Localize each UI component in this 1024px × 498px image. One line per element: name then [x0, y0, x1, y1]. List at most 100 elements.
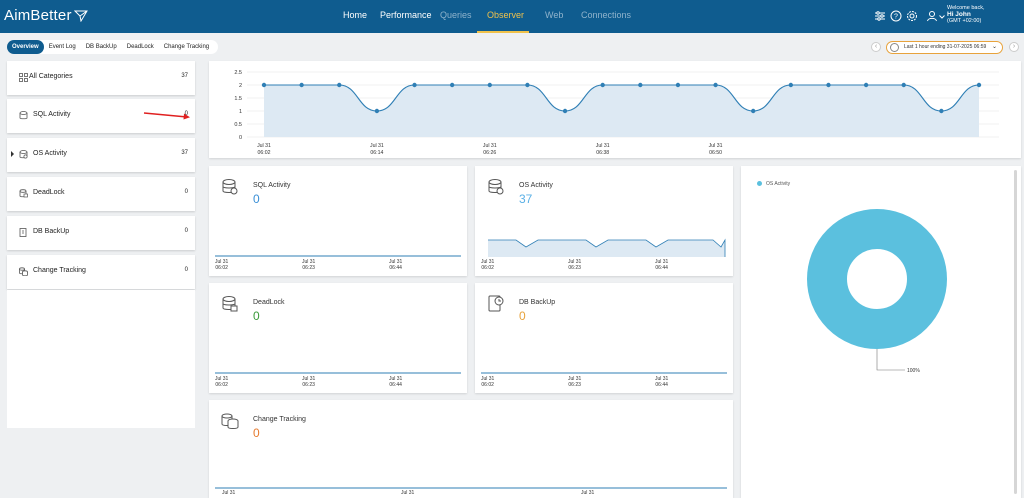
nav-performance[interactable]: Performance	[380, 10, 432, 20]
data-point[interactable]	[751, 108, 756, 114]
data-point[interactable]	[600, 82, 605, 88]
card-value: 37	[519, 192, 533, 206]
card-value: 0	[253, 192, 260, 206]
data-point[interactable]	[939, 108, 944, 114]
card-title: DeadLock	[253, 299, 285, 306]
tab-deadlock[interactable]: DeadLock	[122, 40, 159, 54]
time-range-picker[interactable]: Last 1 hour ending 31-07-2025 06:59 ⌄	[886, 41, 1003, 54]
card-deadlock[interactable]: DeadLock 0 Jul 31 06:02 Jul 31 06:23 Jul 3…	[209, 283, 467, 393]
nav-home[interactable]: Home	[343, 10, 367, 20]
chevron-down-icon: ⌄	[991, 44, 997, 50]
sidebar-item-all-categories[interactable]: All Categories 37	[7, 61, 195, 95]
x-tick-label: 06:38	[596, 150, 609, 156]
x-tick-label: Jul 31 06:23	[302, 376, 316, 388]
sidebar-item-count: 0	[184, 111, 188, 117]
series-area	[264, 85, 979, 137]
x-tick-label: 06:50	[709, 150, 722, 156]
card-db-backup[interactable]: DB BackUp 0 Jul 31 06:02 Jul 31 06:23 Jul …	[475, 283, 733, 393]
x-tick-label: Jul 31 06:02	[481, 259, 495, 271]
lock-icon	[19, 189, 28, 198]
filter-settings-icon[interactable]	[874, 10, 886, 22]
time-prev-button[interactable]: ‹	[871, 42, 881, 52]
server-icon	[488, 179, 504, 195]
data-point[interactable]	[337, 82, 342, 88]
x-tick-label: Jul 31	[709, 143, 723, 149]
card-os-activity[interactable]: OS Activity 37 Jul 31 06:02 Jul 31 06:23 J…	[475, 166, 733, 276]
sidebar-item-label: All Categories	[29, 73, 73, 80]
y-tick-label: 0.5	[234, 122, 242, 128]
expand-caret-icon[interactable]	[11, 151, 14, 157]
nav-queries[interactable]: Queries	[440, 10, 472, 20]
sidebar-item-label: Change Tracking	[33, 267, 86, 274]
sidebar-item-db-backup[interactable]: DB BackUp 0	[7, 216, 195, 250]
sidebar-item-count: 37	[181, 73, 188, 79]
nav-web[interactable]: Web	[545, 10, 563, 20]
time-next-button[interactable]: ›	[1009, 42, 1019, 52]
nav-connections[interactable]: Connections	[581, 10, 631, 20]
data-point[interactable]	[675, 82, 681, 88]
tab-overview[interactable]: Overview	[7, 40, 44, 54]
sparkline-os-activity	[488, 238, 726, 257]
sparkline	[481, 372, 727, 374]
x-tick-label: Jul 31	[401, 490, 415, 496]
tab-change-tracking[interactable]: Change Tracking	[159, 40, 214, 54]
tab-db-backup[interactable]: DB BackUp	[81, 40, 122, 54]
data-point[interactable]	[976, 82, 982, 88]
pie-percentage-label: 100%	[907, 368, 920, 374]
card-change-tracking[interactable]: Change Tracking 0 Jul 31 Jul 31 Jul 31	[209, 400, 733, 498]
card-sql-activity[interactable]: SQL Activity 0 Jul 31 06:02 Jul 31 06:23 J…	[209, 166, 467, 276]
x-tick-label: 06:02	[258, 150, 271, 156]
sidebar-item-count: 37	[181, 150, 188, 156]
tab-event-log[interactable]: Event Log	[44, 40, 81, 54]
data-point[interactable]	[487, 82, 492, 88]
sidebar-empty-area	[7, 290, 195, 428]
data-point[interactable]	[901, 82, 906, 88]
sidebar-item-change-tracking[interactable]: Change Tracking 0	[7, 255, 195, 289]
help-icon[interactable]: ?	[890, 10, 902, 22]
sidebar-item-sql-activity[interactable]: SQL Activity 0	[7, 99, 195, 133]
x-tick-label: Jul 31	[596, 143, 610, 149]
x-tick-label: Jul 31 06:44	[389, 376, 403, 388]
data-point[interactable]	[525, 82, 530, 88]
logo-plane-icon	[73, 10, 88, 22]
data-point[interactable]	[638, 82, 643, 88]
top-bar: AimBetter Home Performance Queries Obser…	[0, 0, 1024, 33]
data-point[interactable]	[412, 82, 417, 88]
data-point[interactable]	[788, 82, 794, 88]
data-point[interactable]	[299, 82, 304, 88]
database-icon	[222, 179, 238, 195]
data-point[interactable]	[449, 82, 455, 88]
card-title: SQL Activity	[253, 182, 291, 189]
svg-text:?: ?	[894, 14, 898, 21]
data-point[interactable]	[562, 108, 568, 114]
y-tick-label: 1	[239, 109, 242, 115]
logo[interactable]: AimBetter	[4, 7, 88, 24]
data-point[interactable]	[261, 82, 267, 88]
x-tick-label: Jul 31	[483, 143, 497, 149]
chevron-down-icon[interactable]	[939, 15, 945, 19]
sparkline	[215, 255, 461, 257]
user-icon[interactable]	[926, 10, 938, 22]
x-tick-label: Jul 31	[257, 143, 271, 149]
pie-slice[interactable]	[807, 209, 947, 349]
sidebar-item-count: 0	[184, 267, 188, 273]
clock-icon	[890, 43, 899, 52]
x-tick-label: Jul 31 06:44	[655, 376, 669, 388]
data-point[interactable]	[713, 82, 718, 88]
x-tick-label: 06:26	[483, 150, 496, 156]
x-tick-label: Jul 31 06:02	[481, 376, 495, 388]
nav-observer[interactable]: Observer	[487, 10, 524, 20]
gear-icon[interactable]	[906, 10, 918, 22]
card-title: DB BackUp	[519, 299, 556, 306]
sidebar-item-label: SQL Activity	[33, 111, 71, 118]
sidebar-item-os-activity[interactable]: OS Activity 37	[7, 138, 195, 172]
x-tick-label: Jul 31 06:44	[655, 259, 669, 271]
data-point[interactable]	[863, 82, 869, 88]
grid-icon	[19, 73, 28, 82]
data-point[interactable]	[826, 82, 831, 88]
card-title: Change Tracking	[253, 416, 306, 423]
data-point[interactable]	[374, 108, 380, 114]
sidebar-item-deadlock[interactable]: DeadLock 0	[7, 177, 195, 211]
database-icon	[19, 111, 28, 120]
lock-icon	[222, 296, 238, 312]
